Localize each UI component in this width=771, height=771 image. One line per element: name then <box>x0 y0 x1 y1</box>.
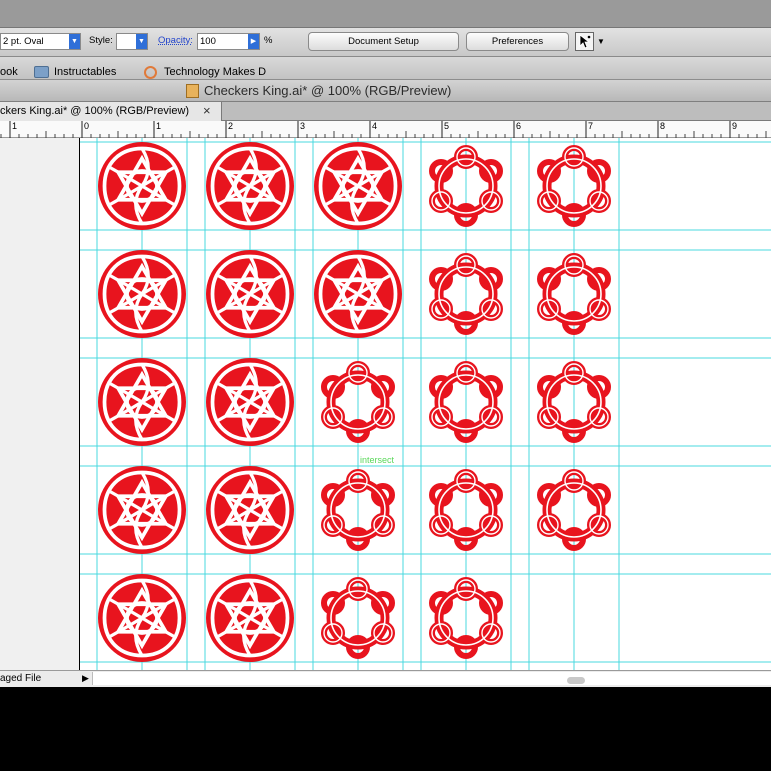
ruler-label: 9 <box>732 121 737 131</box>
preferences-button[interactable]: Preferences <box>466 32 569 51</box>
brush-dropdown[interactable]: 2 pt. Oval ▼ <box>0 33 81 50</box>
disc-medallion <box>98 250 186 338</box>
menu-bar-edge <box>0 0 771 27</box>
chevron-down-icon[interactable]: ▼ <box>136 34 147 49</box>
bookmarks-bar: ook Instructables Technology Makes D <box>0 57 771 80</box>
chevron-down-icon[interactable]: ▼ <box>69 34 80 49</box>
document-setup-button[interactable]: Document Setup <box>308 32 459 51</box>
disc-medallion <box>98 466 186 554</box>
disc-medallion <box>314 250 402 338</box>
horizontal-ruler[interactable]: 1 0 1 2 3 4 5 6 7 8 9 <box>0 121 771 138</box>
window-title-bar: Checkers King.ai* @ 100% (RGB/Preview) <box>0 80 771 102</box>
disc-medallion <box>98 142 186 230</box>
brush-value: 2 pt. Oval <box>3 36 44 47</box>
opacity-field[interactable]: 100 ▶ <box>197 33 260 50</box>
artwork: intersect <box>80 138 771 670</box>
disc-medallion <box>206 466 294 554</box>
style-label: Style: <box>89 35 113 46</box>
ruler-label: 1 <box>12 121 17 131</box>
disc-medallion <box>206 142 294 230</box>
selection-tool-icon[interactable] <box>575 32 594 51</box>
ruler-label: 3 <box>300 121 305 131</box>
folder-icon <box>34 66 49 78</box>
disc-medallion <box>206 358 294 446</box>
document-icon <box>186 84 199 98</box>
pointer-icon <box>579 34 591 49</box>
opacity-label[interactable]: Opacity: <box>158 35 193 46</box>
smart-guide-label: intersect <box>360 455 395 465</box>
ruler-label: 4 <box>372 121 377 131</box>
document-tab-bar: ckers King.ai* @ 100% (RGB/Preview) × <box>0 102 771 121</box>
chevron-down-icon[interactable]: ▼ <box>597 37 605 46</box>
disc-medallion <box>206 574 294 662</box>
site-favicon-icon <box>144 66 157 79</box>
pasteboard <box>0 138 80 670</box>
artboard-canvas[interactable]: intersect <box>80 138 771 670</box>
disc-medallion <box>206 250 294 338</box>
status-bar: aged File ▶ <box>0 670 771 687</box>
horizontal-scrollbar[interactable] <box>92 672 771 685</box>
ruler-label: 6 <box>516 121 521 131</box>
opacity-value: 100 <box>200 36 216 47</box>
ruler-label: 7 <box>588 121 593 131</box>
bookmark-instructables[interactable]: Instructables <box>54 66 116 78</box>
control-bar: 2 pt. Oval ▼ Style: ▼ Opacity: 100 ▶ % D… <box>0 27 771 57</box>
chevron-right-icon[interactable]: ▶ <box>82 673 89 684</box>
knot-medallions <box>98 142 608 662</box>
bookmark-item[interactable]: ook <box>0 66 18 78</box>
ruler-label: 5 <box>444 121 449 131</box>
style-dropdown[interactable]: ▼ <box>116 33 148 50</box>
window-title: Checkers King.ai* @ 100% (RGB/Preview) <box>204 83 452 98</box>
close-icon[interactable]: × <box>203 103 211 118</box>
disc-medallion <box>314 142 402 230</box>
ruler-ticks: 1 0 1 2 3 4 5 6 7 8 9 <box>0 121 767 138</box>
bookmark-technology[interactable]: Technology Makes D <box>164 66 266 78</box>
desktop-background <box>0 687 771 771</box>
opacity-unit: % <box>264 35 273 46</box>
ruler-label: 1 <box>156 121 161 131</box>
tab-label: ckers King.ai* @ 100% (RGB/Preview) <box>0 105 190 117</box>
ruler-label: 0 <box>84 121 89 131</box>
scrollbar-thumb[interactable] <box>567 677 585 684</box>
status-text: aged File <box>0 673 42 684</box>
tab-document[interactable]: ckers King.ai* @ 100% (RGB/Preview) × <box>0 102 222 121</box>
chevron-right-icon[interactable]: ▶ <box>248 34 259 49</box>
disc-medallion <box>98 358 186 446</box>
ruler-label: 8 <box>660 121 665 131</box>
ruler-label: 2 <box>228 121 233 131</box>
disc-medallion <box>98 574 186 662</box>
